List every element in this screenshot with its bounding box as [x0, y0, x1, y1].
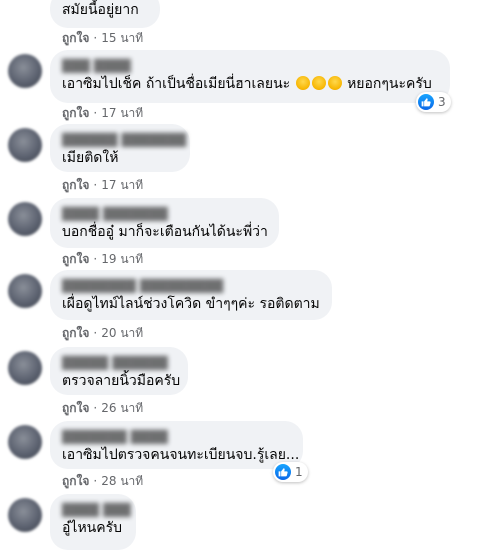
like-link[interactable]: ถูกใจ: [62, 401, 89, 415]
avatar[interactable]: [8, 498, 42, 532]
comment-author[interactable]: ███████ ████: [62, 429, 291, 445]
reaction-summary[interactable]: 3: [416, 92, 451, 112]
like-link[interactable]: ถูกใจ: [62, 252, 89, 266]
comment-bubble: ███ ████ เอาซิมไปเช็ค ถ้าเป็นชื่อเมียนี่…: [50, 50, 450, 103]
comment-timestamp[interactable]: 28 นาที: [101, 474, 143, 488]
comment-author[interactable]: ████ ███: [62, 502, 131, 518]
comment-author[interactable]: ██████ ███████: [62, 132, 186, 148]
comment-author[interactable]: ████████ █████████: [62, 278, 320, 294]
rolling-on-floor-laughing-emoji: [311, 76, 326, 90]
comment-text: เอาซิมไปเช็ค ถ้าเป็นชื่อเมียนี่ฮาเลยนะ ห…: [62, 76, 432, 92]
comment-meta: ถูกใจ · 20 นาที: [62, 325, 143, 341]
comment-meta: ถูกใจ · 17 นาที: [62, 177, 143, 193]
separator-dot: ·: [93, 106, 98, 120]
comment-text: เมียติดให้: [62, 150, 119, 166]
comment-author[interactable]: ████ ███████: [62, 206, 267, 222]
like-link[interactable]: ถูกใจ: [62, 326, 89, 340]
comment-timestamp[interactable]: 20 นาที: [101, 326, 143, 340]
separator-dot: ·: [93, 474, 98, 488]
comment-text: อู๋ไหนครับ: [62, 520, 123, 536]
comment-timestamp[interactable]: 17 นาที: [101, 178, 143, 192]
comment-timestamp[interactable]: 19 นาที: [101, 252, 143, 266]
comment-meta: ถูกใจ · 17 นาที: [62, 105, 143, 121]
separator-dot: ·: [93, 401, 98, 415]
comment-author[interactable]: █████ ██████: [62, 355, 176, 371]
rolling-on-floor-laughing-emoji: [295, 76, 310, 90]
comment-bubble: ████████ █████████ เผื่อดูไทม์ไลน์ช่วงโค…: [50, 270, 332, 320]
comment-author[interactable]: ███ ████: [62, 58, 438, 74]
comment-text: เอาซิมไปตรวจคนจนทะเบียนจบ.รู้เลย...: [62, 447, 300, 463]
avatar[interactable]: [8, 351, 42, 385]
like-link[interactable]: ถูกใจ: [62, 31, 89, 45]
reaction-count: 3: [438, 95, 446, 109]
comment-meta: ถูกใจ · 26 นาที: [62, 400, 143, 416]
separator-dot: ·: [93, 252, 98, 266]
comment-bubble: ███████ ████ เอาซิมไปตรวจคนจนทะเบียนจบ.ร…: [50, 421, 303, 469]
like-link[interactable]: ถูกใจ: [62, 106, 89, 120]
comment-timestamp[interactable]: 26 นาที: [101, 401, 143, 415]
like-icon: [418, 94, 434, 110]
comment-text: บอกชื่ออู๋ มาก็จะเตือนกันได้นะพี่ว่า: [62, 224, 268, 240]
comment-bubble: ████ ███ อู๋ไหนครับ: [50, 494, 136, 550]
comment-bubble: █████ ██████ ตรวจลายนิ้วมือครับ: [50, 347, 188, 395]
comment-meta: ถูกใจ · 15 นาที: [62, 30, 143, 46]
separator-dot: ·: [93, 31, 98, 45]
avatar[interactable]: [8, 128, 42, 162]
avatar[interactable]: [8, 54, 42, 88]
comment-meta: ถูกใจ · 19 นาที: [62, 251, 143, 267]
comment-meta: ถูกใจ · 28 นาที: [62, 473, 143, 489]
comment-timestamp[interactable]: 15 นาที: [101, 31, 143, 45]
comment-text: ตรวจลายนิ้วมือครับ: [62, 373, 181, 389]
separator-dot: ·: [93, 326, 98, 340]
comment-bubble: ██████ ███████ เมียติดให้: [50, 124, 190, 172]
avatar[interactable]: [8, 274, 42, 308]
reaction-summary[interactable]: 1: [273, 462, 308, 482]
comment-text: สมัยนี้อยู่ยาก: [62, 2, 139, 18]
comment-bubble: ████ ███████ บอกชื่ออู๋ มาก็จะเตือนกันได…: [50, 198, 279, 248]
comment-text: เผื่อดูไทม์ไลน์ช่วงโควิด ขำๆๆค่ะ รอติดตา…: [62, 296, 320, 312]
separator-dot: ·: [93, 178, 98, 192]
comment-bubble: สมัยนี้อยู่ยาก: [50, 0, 160, 28]
avatar[interactable]: [8, 425, 42, 459]
like-link[interactable]: ถูกใจ: [62, 178, 89, 192]
like-link[interactable]: ถูกใจ: [62, 474, 89, 488]
like-icon: [275, 464, 291, 480]
comment-timestamp[interactable]: 17 นาที: [101, 106, 143, 120]
reaction-count: 1: [295, 465, 303, 479]
avatar[interactable]: [8, 202, 42, 236]
rolling-on-floor-laughing-emoji: [327, 76, 342, 90]
